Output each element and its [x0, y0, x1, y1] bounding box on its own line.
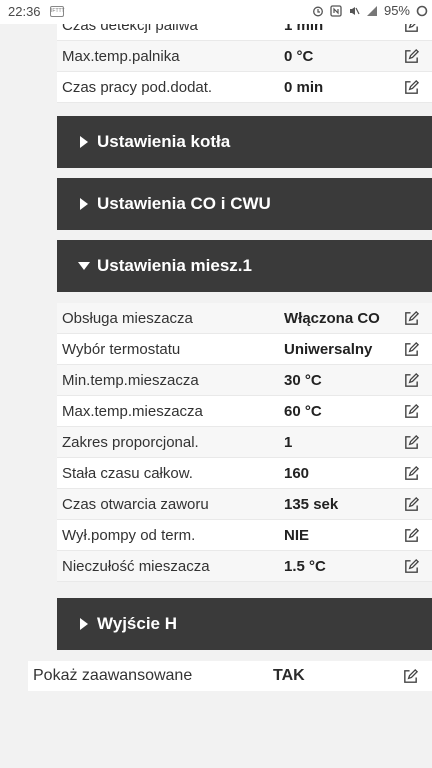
clock: 22:36	[8, 4, 41, 19]
setting-label: Wył.pompy od term.	[62, 527, 196, 544]
setting-value: 1	[284, 434, 293, 451]
edit-icon[interactable]	[403, 465, 420, 482]
setting-value: 135 sek	[284, 496, 339, 513]
setting-row: Max.temp.mieszacza 60 °C	[57, 396, 432, 427]
section-title: Ustawienia kotła	[97, 132, 231, 151]
edit-icon[interactable]	[403, 558, 420, 575]
setting-value: 60 °C	[284, 403, 322, 420]
edit-icon[interactable]	[403, 434, 420, 451]
battery-percent: 95%	[383, 3, 410, 18]
mute-icon	[349, 6, 360, 15]
setting-label: Max.temp.mieszacza	[62, 403, 203, 420]
show-advanced-label: Pokaż zaawansowane	[33, 667, 193, 684]
collapse-arrow-icon	[78, 262, 90, 270]
setting-row: Zakres proporcjonal. 1	[57, 427, 432, 458]
battery-icon	[416, 5, 428, 16]
ifttt-notification-icon: IFTTT	[50, 6, 65, 17]
setting-value: 160	[284, 465, 310, 482]
setting-label: Czas otwarcia zaworu	[62, 496, 209, 513]
section-wyjscie-h[interactable]: Wyjście H	[57, 598, 432, 650]
setting-value: NIE	[284, 527, 310, 544]
setting-row: Max.temp.palnika 0 °C	[57, 41, 432, 72]
section-title: Wyjście H	[97, 614, 178, 633]
edit-icon[interactable]	[402, 668, 419, 685]
setting-label: Max.temp.palnika	[62, 48, 180, 65]
setting-label: Stała czasu całkow.	[62, 465, 193, 482]
expand-arrow-icon	[80, 136, 88, 148]
setting-label: Czas pracy pod.dodat.	[62, 79, 213, 96]
setting-value: 0 min	[284, 79, 324, 96]
setting-label: Min.temp.mieszacza	[62, 372, 199, 389]
section-ustawienia-co-cwu[interactable]: Ustawienia CO i CWU	[57, 178, 432, 230]
setting-value: 30 °C	[284, 372, 322, 389]
setting-value: Włączona CO	[284, 310, 380, 327]
expand-arrow-icon	[80, 198, 88, 210]
edit-icon[interactable]	[403, 496, 420, 513]
setting-row: Min.temp.mieszacza 30 °C	[57, 365, 432, 396]
setting-label: Obsługa mieszacza	[62, 310, 193, 327]
setting-value: 1.5 °C	[284, 558, 326, 575]
edit-icon[interactable]	[403, 341, 420, 358]
section-title: Ustawienia CO i CWU	[97, 194, 271, 213]
section-title: Ustawienia miesz.1	[97, 256, 252, 275]
setting-label: Wybór termostatu	[62, 341, 181, 358]
show-advanced-value: TAK	[273, 667, 305, 684]
setting-label: Zakres proporcjonal.	[62, 434, 199, 451]
setting-value: 0 °C	[284, 48, 314, 65]
edit-icon[interactable]	[403, 48, 420, 65]
show-advanced-row: Pokaż zaawansowane TAK	[28, 661, 432, 691]
expand-arrow-icon	[80, 618, 88, 630]
setting-label: Nieczułość mieszacza	[62, 558, 210, 575]
alarm-icon	[313, 6, 323, 16]
section-ustawienia-kotla[interactable]: Ustawienia kotła	[57, 116, 432, 168]
mixer-settings-rows: Obsługa mieszacza Włączona CO Wybór term…	[57, 303, 432, 582]
edit-icon[interactable]	[403, 403, 420, 420]
setting-row: Czas pracy pod.dodat. 0 min	[57, 72, 432, 103]
edit-icon[interactable]	[403, 527, 420, 544]
nfc-icon	[330, 4, 342, 17]
edit-icon[interactable]	[403, 79, 420, 96]
setting-row: Wybór termostatu Uniwersalny	[57, 334, 432, 365]
section-ustawienia-miesz1[interactable]: Ustawienia miesz.1	[57, 240, 432, 292]
setting-row: Wył.pompy od term. NIE	[57, 520, 432, 551]
edit-icon[interactable]	[403, 310, 420, 327]
edit-icon[interactable]	[403, 372, 420, 389]
signal-icon	[366, 5, 377, 16]
setting-row: Czas otwarcia zaworu 135 sek	[57, 489, 432, 520]
setting-row: Nieczułość mieszacza 1.5 °C	[57, 551, 432, 582]
setting-value: Uniwersalny	[284, 341, 373, 358]
setting-row: Obsługa mieszacza Włączona CO	[57, 303, 432, 334]
status-bar: 22:36 IFTTT 95%	[0, 0, 432, 24]
setting-row: Stała czasu całkow. 160	[57, 458, 432, 489]
